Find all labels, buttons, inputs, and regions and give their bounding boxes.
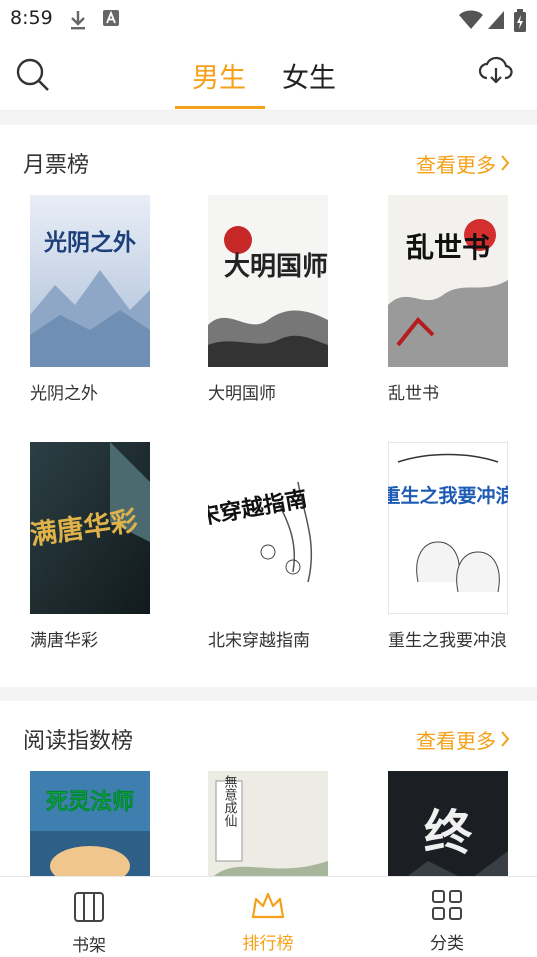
book-cover: 乱世书 <box>388 195 508 367</box>
book-card[interactable]: 光阴之外 光阴之外 <box>30 195 150 408</box>
ranking-list[interactable]: 月票榜 查看更多 光阴之外 光阴之外 大明国师 大明国师 乱世书 乱世书 满唐华… <box>0 111 537 876</box>
svg-text:光阴之外: 光阴之外 <box>43 229 136 256</box>
download-notification-icon <box>68 9 88 35</box>
nav-label: 分类 <box>430 934 464 954</box>
nav-label: 书架 <box>72 936 106 956</box>
chevron-right-icon <box>500 729 510 753</box>
status-bar: 8:59 <box>0 0 537 38</box>
book-title: 北宋穿越指南 <box>208 631 310 651</box>
battery-icon <box>513 9 527 37</box>
crown-icon <box>250 892 286 925</box>
book-cover: 光阴之外 <box>30 195 150 367</box>
grid-icon <box>431 890 463 925</box>
cloud-download-icon[interactable] <box>478 54 516 92</box>
svg-text:乱世书: 乱世书 <box>406 231 490 264</box>
book-cover: 终 <box>388 771 508 876</box>
book-card[interactable]: 北宋穿越指南 北宋穿越指南 <box>208 442 328 655</box>
book-card[interactable]: 乱世书 乱世书 <box>388 195 508 408</box>
tab-female[interactable]: 女生 <box>282 56 336 95</box>
bottom-nav: 书架 排行榜 分类 <box>0 876 537 957</box>
nav-bookshelf[interactable]: 书架 <box>34 889 144 956</box>
search-icon[interactable] <box>14 56 52 94</box>
top-nav: 男生 女生 <box>0 38 537 111</box>
book-cover: 無意成仙 <box>208 771 328 876</box>
svg-text:無意成仙: 無意成仙 <box>222 775 238 827</box>
section-title: 月票榜 <box>23 153 90 178</box>
book-title: 大明国师 <box>208 384 276 404</box>
wifi-icon <box>458 9 484 35</box>
book-card[interactable]: 大明国师 大明国师 <box>208 195 328 408</box>
signal-icon <box>486 9 506 35</box>
svg-text:大明国师: 大明国师 <box>224 252 328 282</box>
svg-text:重生之我要冲浪: 重生之我要冲浪 <box>388 484 508 507</box>
book-card[interactable]: 無意成仙 <box>208 771 328 876</box>
section-reading-index: 阅读指数榜 查看更多 死灵法师 無意成仙 终 <box>0 701 537 876</box>
status-time: 8:59 <box>10 7 53 29</box>
app-notification-icon <box>102 9 120 31</box>
tab-male[interactable]: 男生 <box>192 56 246 95</box>
see-more-link[interactable]: 查看更多 <box>416 149 510 178</box>
book-cover: 北宋穿越指南 <box>208 442 328 614</box>
book-cover: 满唐华彩 <box>30 442 150 614</box>
nav-category[interactable]: 分类 <box>392 889 502 954</box>
nav-label: 排行榜 <box>242 934 294 954</box>
book-title: 满唐华彩 <box>30 631 98 651</box>
see-more-link[interactable]: 查看更多 <box>416 725 510 754</box>
book-cover: 大明国师 <box>208 195 328 367</box>
book-title: 光阴之外 <box>30 384 98 404</box>
section-monthly-ticket: 月票榜 查看更多 光阴之外 光阴之外 大明国师 大明国师 乱世书 乱世书 满唐华… <box>0 125 537 687</box>
svg-text:死灵法师: 死灵法师 <box>46 789 134 815</box>
svg-text:终: 终 <box>424 805 473 861</box>
book-card[interactable]: 死灵法师 <box>30 771 150 876</box>
active-tab-indicator <box>175 106 265 109</box>
section-title: 阅读指数榜 <box>23 729 134 754</box>
book-title: 乱世书 <box>388 384 439 404</box>
nav-ranking[interactable]: 排行榜 <box>213 889 323 954</box>
book-card[interactable]: 重生之我要冲浪 重生之我要冲浪 <box>388 442 508 655</box>
book-title: 重生之我要冲浪 <box>388 631 507 651</box>
book-card[interactable]: 终 <box>388 771 508 876</box>
chevron-right-icon <box>500 153 510 177</box>
book-card[interactable]: 满唐华彩 满唐华彩 <box>30 442 150 655</box>
book-cover: 死灵法师 <box>30 771 150 876</box>
bookshelf-icon <box>73 892 105 927</box>
book-cover: 重生之我要冲浪 <box>388 442 508 614</box>
